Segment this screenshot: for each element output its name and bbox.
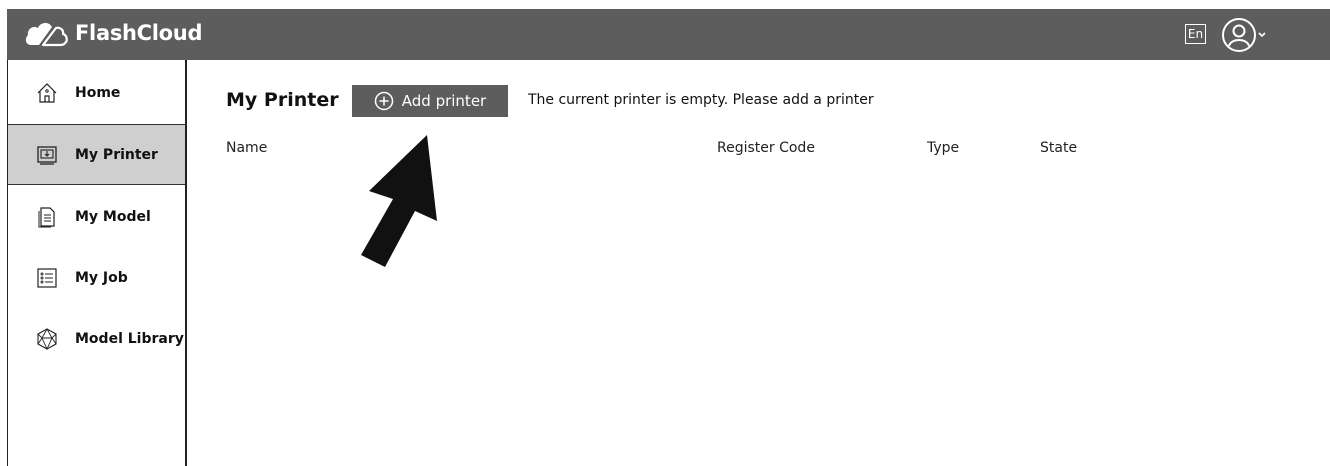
cloud-logo-icon bbox=[25, 22, 68, 47]
user-menu[interactable] bbox=[1221, 17, 1267, 53]
sidebar-item-my-model[interactable]: My Model bbox=[8, 186, 185, 247]
column-header-type: Type bbox=[927, 140, 960, 156]
pointer-arrow-icon bbox=[361, 135, 437, 267]
sidebar-item-label: My Model bbox=[75, 208, 151, 225]
document-icon bbox=[36, 206, 58, 228]
empty-message: The current printer is empty. Please add… bbox=[528, 92, 874, 108]
top-bar: FlashCloud En bbox=[7, 9, 1330, 60]
sidebar-item-label: My Printer bbox=[75, 146, 158, 163]
chevron-down-icon bbox=[1258, 32, 1266, 38]
user-icon bbox=[1222, 18, 1256, 52]
page-title: My Printer bbox=[226, 89, 339, 111]
add-printer-button[interactable]: Add printer bbox=[352, 85, 508, 117]
sidebar-item-my-job[interactable]: My Job bbox=[8, 247, 185, 308]
language-switch[interactable]: En bbox=[1185, 24, 1206, 44]
app-logo[interactable]: FlashCloud bbox=[25, 19, 202, 47]
add-printer-label: Add printer bbox=[401, 92, 487, 110]
sidebar-item-label: Model Library bbox=[75, 330, 184, 347]
sidebar: Home My Printer My Model My Job Model Li… bbox=[7, 60, 187, 466]
polyhedron-icon bbox=[36, 327, 58, 350]
sidebar-item-my-printer[interactable]: My Printer bbox=[8, 124, 185, 185]
plus-circle-icon bbox=[374, 91, 394, 111]
checklist-icon bbox=[36, 267, 58, 289]
app-name: FlashCloud bbox=[75, 21, 203, 45]
house-icon bbox=[36, 82, 58, 104]
sidebar-item-label: Home bbox=[75, 84, 121, 101]
sidebar-item-label: My Job bbox=[75, 269, 128, 286]
sidebar-item-home[interactable]: Home bbox=[8, 62, 185, 123]
column-header-name: Name bbox=[226, 140, 268, 156]
column-header-state: State bbox=[1040, 140, 1078, 156]
sidebar-item-model-library[interactable]: Model Library bbox=[8, 308, 185, 369]
column-header-register-code: Register Code bbox=[717, 140, 815, 156]
printer-icon bbox=[36, 144, 58, 166]
